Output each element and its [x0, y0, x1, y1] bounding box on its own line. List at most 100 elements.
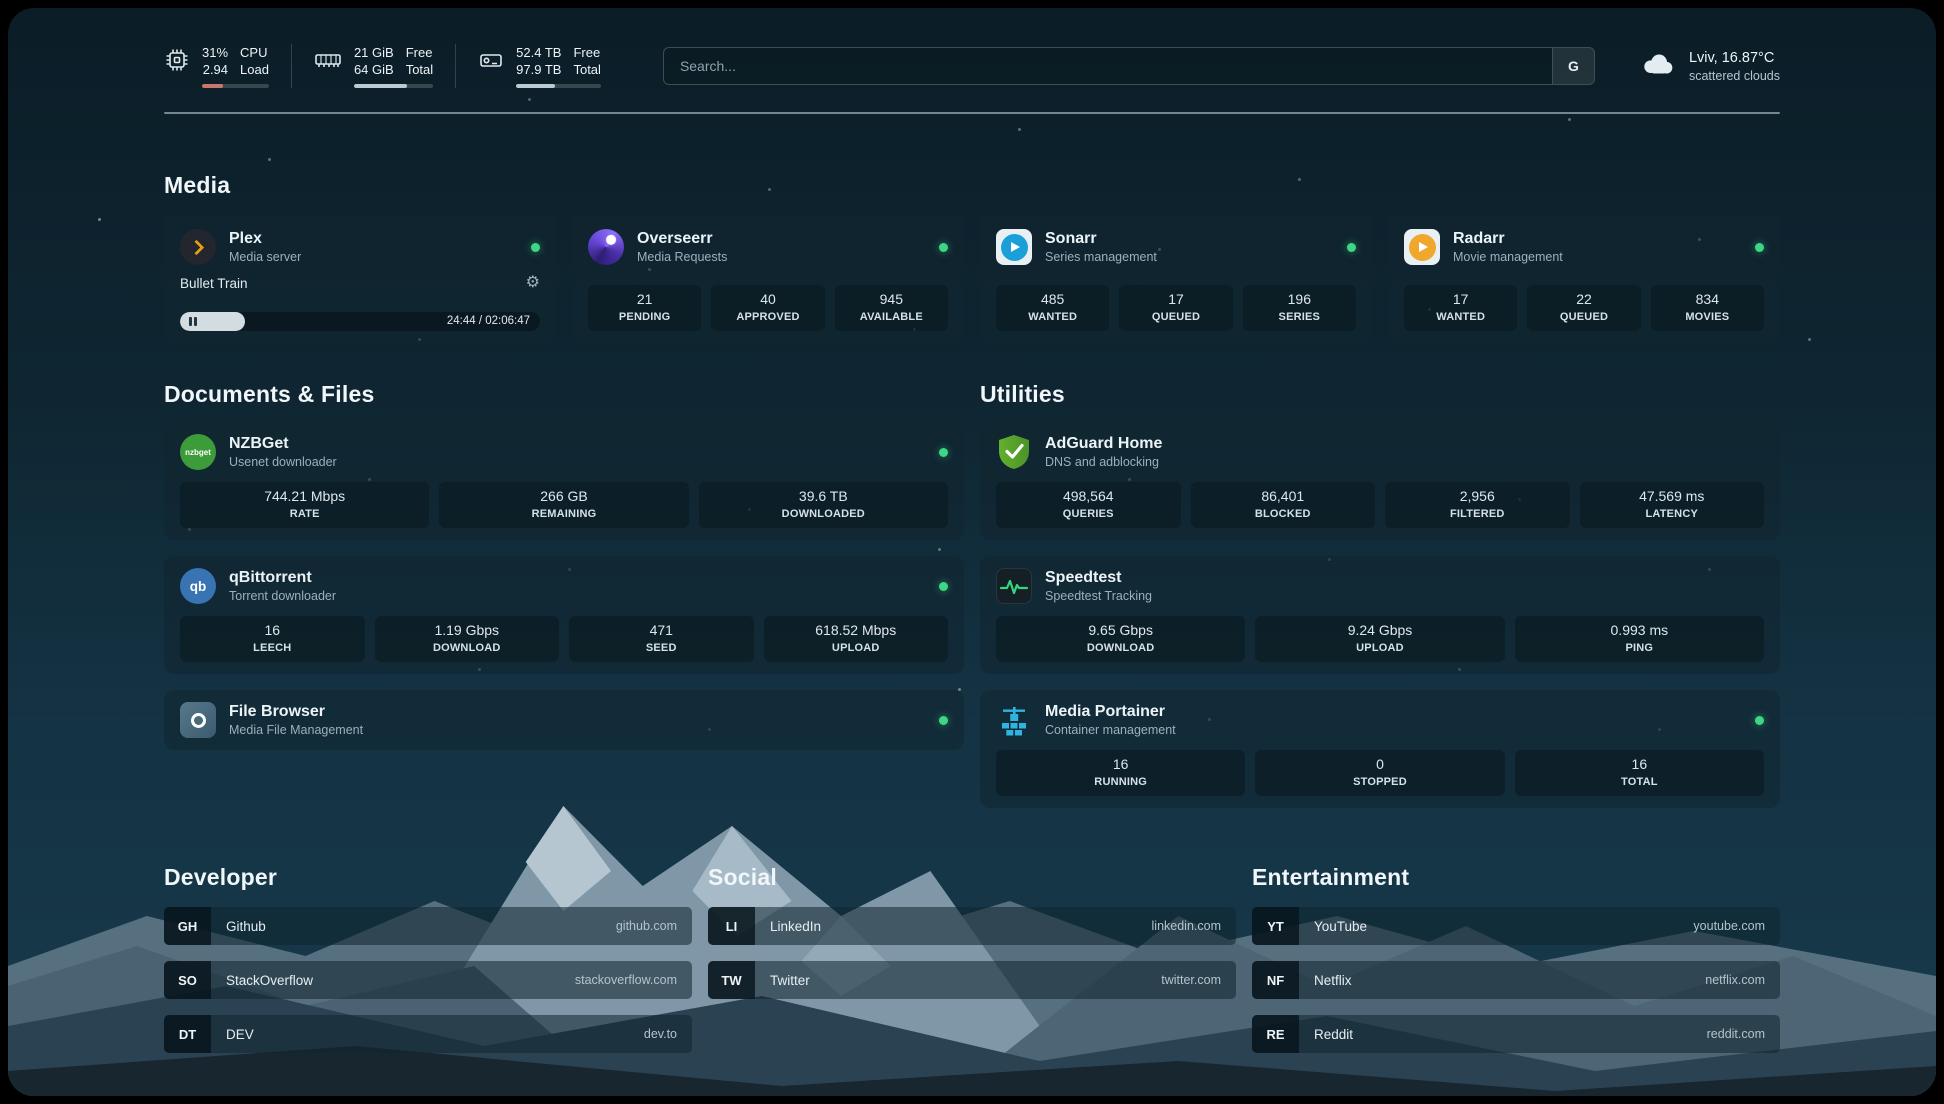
nzbget-icon: nzbget	[180, 434, 216, 470]
stat-tile: 17 WANTED	[1404, 285, 1517, 331]
search-input[interactable]	[664, 48, 1552, 84]
qbittorrent-icon: qb	[180, 568, 216, 604]
bookmark-name: YouTube	[1314, 919, 1367, 934]
portainer-card-title: Media Portainer	[1045, 703, 1176, 721]
stat-value: 834	[1655, 291, 1760, 308]
header-divider	[164, 112, 1780, 114]
stat-label: TOTAL	[1519, 776, 1760, 789]
search-bar[interactable]: G	[663, 47, 1595, 85]
stat-label: PING	[1519, 642, 1760, 655]
stat-label: DOWNLOADED	[703, 508, 944, 521]
weather-location: Lviv, 16.87°C	[1689, 50, 1780, 66]
stat-tile: 485 WANTED	[996, 285, 1109, 331]
stat-value: 618.52 Mbps	[768, 622, 945, 639]
cpu-usage-label: CPU	[240, 44, 269, 61]
disk-progress-track	[516, 84, 601, 88]
section-utilities: Utilities	[980, 381, 1780, 808]
bookmark-url: linkedin.com	[1152, 919, 1236, 933]
speedtest-icon	[996, 568, 1032, 604]
stat-value: 17	[1408, 291, 1513, 308]
stat-tile: 16 TOTAL	[1515, 750, 1764, 796]
bookmark-url: dev.to	[644, 1027, 692, 1041]
bookmark-youtube[interactable]: YT YouTube youtube.com	[1252, 907, 1780, 945]
stat-value: 0.993 ms	[1519, 622, 1760, 639]
social-section-title: Social	[708, 864, 1236, 891]
bookmark-twitter[interactable]: TW Twitter twitter.com	[708, 961, 1236, 999]
ram-progress-track	[354, 84, 433, 88]
stat-value: 744.21 Mbps	[184, 488, 425, 505]
header: 31% CPU 2.94 Load	[164, 44, 1780, 88]
portainer-card[interactable]: Media Portainer Container management 16 …	[980, 690, 1780, 808]
utilities-section-title: Utilities	[980, 381, 1780, 408]
stat-label: FILTERED	[1389, 508, 1566, 521]
gear-icon[interactable]: ⚙	[526, 275, 540, 291]
stat-value: 2,956	[1389, 488, 1566, 505]
stat-value: 21	[592, 291, 697, 308]
overseerr-icon	[588, 229, 624, 265]
adguard-card-subtitle: DNS and adblocking	[1045, 455, 1162, 469]
bookmark-dev[interactable]: DT DEV dev.to	[164, 1015, 692, 1053]
qbittorrent-card-title: qBittorrent	[229, 569, 336, 587]
stat-tile: 47.569 ms LATENCY	[1580, 482, 1765, 528]
section-media: Media Plex Media server Bullet Train ⚙	[164, 172, 1780, 345]
stat-value: 945	[839, 291, 944, 308]
stat-value: 266 GB	[443, 488, 684, 505]
cpu-load-label: Load	[240, 61, 269, 78]
stat-label: SERIES	[1247, 311, 1352, 324]
stat-tile: 945 AVAILABLE	[835, 285, 948, 331]
section-entertainment: Entertainment YT YouTube youtube.com NF …	[1252, 864, 1780, 1053]
playback-progress-fill	[180, 312, 245, 331]
bookmark-stackoverflow[interactable]: SO StackOverflow stackoverflow.com	[164, 961, 692, 999]
bookmark-url: youtube.com	[1693, 919, 1780, 933]
radarr-card-title: Radarr	[1453, 230, 1563, 248]
filebrowser-card[interactable]: File Browser Media File Management	[164, 690, 964, 750]
nzbget-card-subtitle: Usenet downloader	[229, 455, 337, 469]
youtube-icon: YT	[1252, 907, 1299, 945]
stat-label: LATENCY	[1584, 508, 1761, 521]
weather-widget: Lviv, 16.87°C scattered clouds	[1639, 50, 1780, 83]
sonarr-status-online-dot	[1347, 243, 1356, 252]
cpu-stat-widget: 31% CPU 2.94 Load	[164, 44, 291, 88]
sonarr-card[interactable]: Sonarr Series management 485 WANTED 17 Q…	[980, 215, 1372, 345]
ram-progress-fill	[354, 84, 407, 88]
adguard-card[interactable]: AdGuard Home DNS and adblocking 498,564 …	[980, 422, 1780, 540]
stat-tile: 16 RUNNING	[996, 750, 1245, 796]
stat-label: RATE	[184, 508, 425, 521]
stat-tile: 196 SERIES	[1243, 285, 1356, 331]
pause-icon[interactable]	[189, 317, 197, 326]
qbittorrent-status-online-dot	[939, 582, 948, 591]
overseerr-card[interactable]: Overseerr Media Requests 21 PENDING 40 A…	[572, 215, 964, 345]
stat-label: BLOCKED	[1195, 508, 1372, 521]
overseerr-card-title: Overseerr	[637, 230, 727, 248]
plex-card-title: Plex	[229, 230, 301, 248]
plex-card[interactable]: Plex Media server Bullet Train ⚙ 24:44	[164, 215, 556, 345]
stat-value: 9.24 Gbps	[1259, 622, 1500, 639]
playback-progress-bar[interactable]: 24:44 / 02:06:47	[180, 312, 540, 331]
github-icon: GH	[164, 907, 211, 945]
bookmark-netflix[interactable]: NF Netflix netflix.com	[1252, 961, 1780, 999]
stat-tile: 22 QUEUED	[1527, 285, 1640, 331]
disk-total-label: Total	[573, 61, 600, 78]
linkedin-icon: LI	[708, 907, 755, 945]
bookmark-github[interactable]: GH Github github.com	[164, 907, 692, 945]
now-playing-title: Bullet Train	[180, 276, 248, 291]
bookmark-linkedin[interactable]: LI LinkedIn linkedin.com	[708, 907, 1236, 945]
stat-label: WANTED	[1000, 311, 1105, 324]
filebrowser-card-title: File Browser	[229, 703, 363, 721]
stat-value: 22	[1531, 291, 1636, 308]
stat-tile: 21 PENDING	[588, 285, 701, 331]
qbittorrent-card[interactable]: qb qBittorrent Torrent downloader 16 LEE…	[164, 556, 964, 674]
bookmark-url: github.com	[616, 919, 692, 933]
stat-value: 17	[1123, 291, 1228, 308]
nzbget-status-online-dot	[939, 448, 948, 457]
nzbget-card[interactable]: nzbget NZBGet Usenet downloader 744.21 M…	[164, 422, 964, 540]
stat-value: 16	[1519, 756, 1760, 773]
filebrowser-card-subtitle: Media File Management	[229, 723, 363, 737]
sonarr-card-subtitle: Series management	[1045, 250, 1157, 264]
speedtest-card[interactable]: Speedtest Speedtest Tracking 9.65 Gbps D…	[980, 556, 1780, 674]
search-engine-button[interactable]: G	[1552, 48, 1594, 84]
bookmark-reddit[interactable]: RE Reddit reddit.com	[1252, 1015, 1780, 1053]
portainer-status-online-dot	[1755, 716, 1764, 725]
radarr-card[interactable]: Radarr Movie management 17 WANTED 22 QUE…	[1388, 215, 1780, 345]
stat-tile: 17 QUEUED	[1119, 285, 1232, 331]
